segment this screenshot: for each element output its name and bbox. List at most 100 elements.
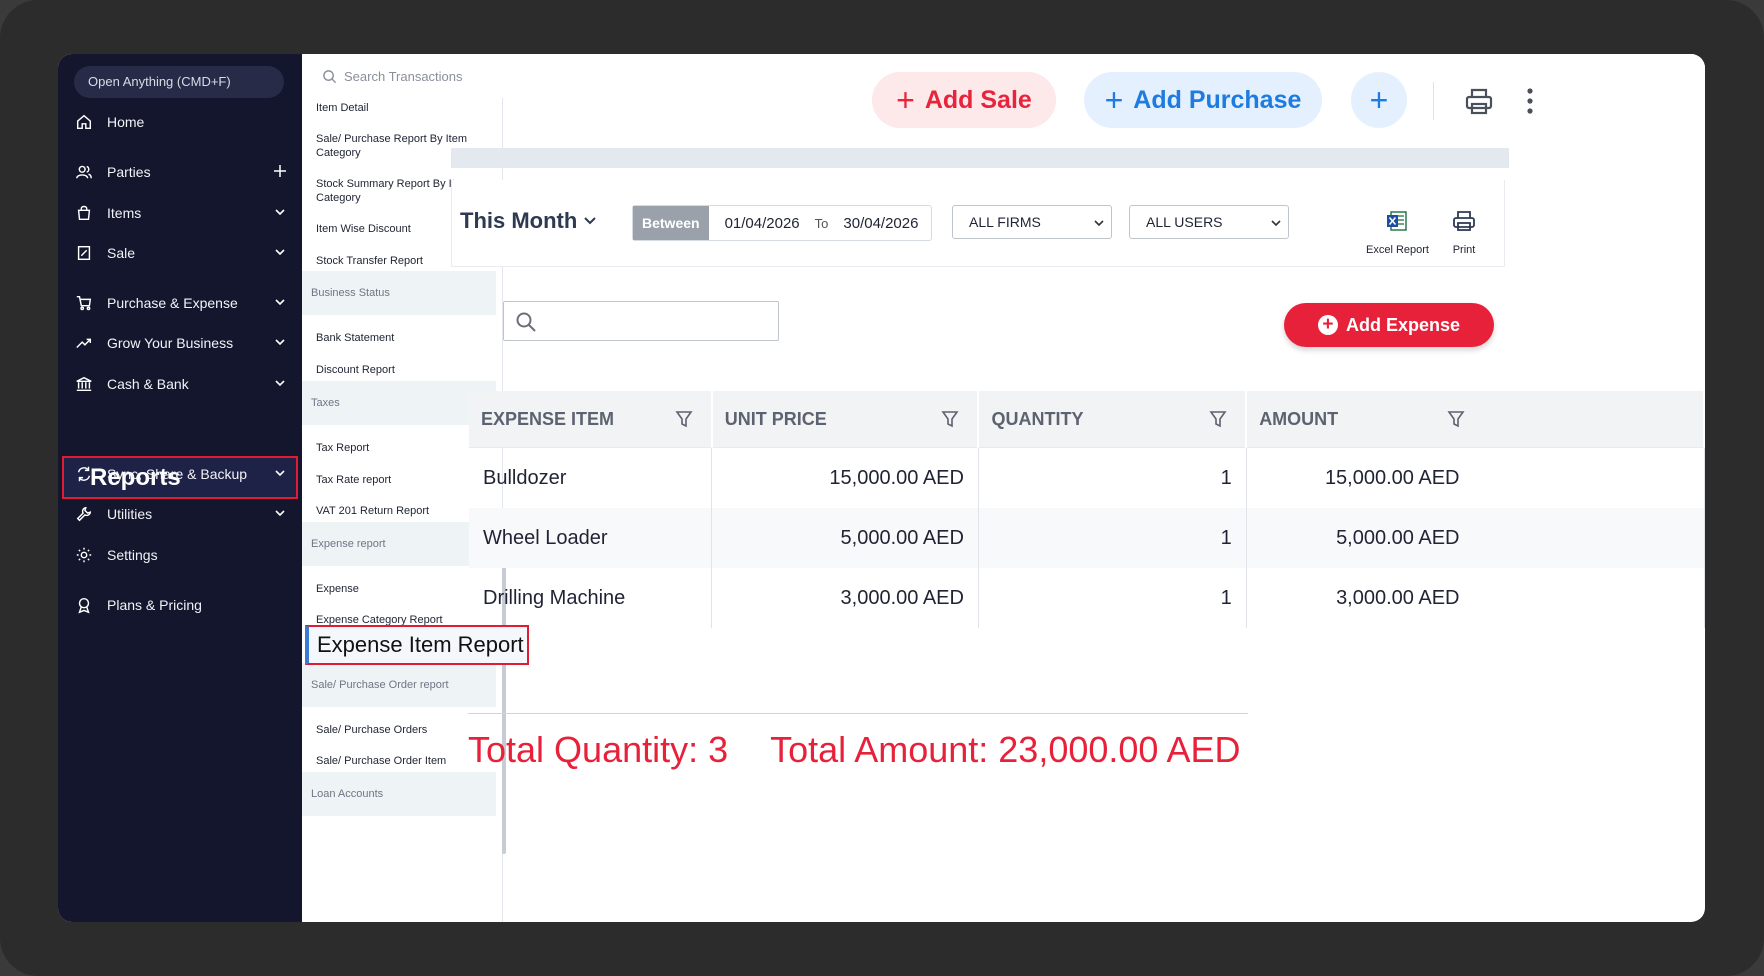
submenu-bank-statement[interactable]: Bank Statement [316, 331, 486, 345]
submenu-expense-item-report[interactable]: Expense Item Report [305, 625, 529, 665]
chevron-down-icon [1094, 220, 1104, 227]
table-row[interactable]: Bulldozer 15,000.00 AED 1 15,000.00 AED [469, 447, 1705, 508]
app-window: Open Anything (CMD+F) Home Parties Items… [58, 54, 1705, 922]
firms-select[interactable]: ALL FIRMS [952, 205, 1112, 239]
top-bar: + Add Sale + Add Purchase + [506, 54, 1705, 148]
excel-report-button[interactable]: Excel Report [1366, 206, 1429, 256]
cell-amount: 3,000.00 AED [1246, 568, 1705, 628]
cell-unit-price: 3,000.00 AED [711, 568, 979, 628]
sidebar-item-items[interactable]: Items [58, 195, 302, 231]
gear-icon [74, 545, 94, 565]
print-icon [1452, 206, 1476, 236]
plus-icon: + [1104, 81, 1124, 118]
cell-unit-price: 5,000.00 AED [711, 508, 979, 568]
chevron-down-icon [275, 249, 285, 256]
period-dropdown[interactable]: This Month [460, 208, 597, 234]
to-label: To [814, 215, 829, 231]
sidebar-item-label: Settings [107, 547, 158, 563]
to-date-input[interactable]: 30/04/2026 [843, 215, 918, 232]
add-purchase-label: Add Purchase [1133, 85, 1302, 114]
sidebar-item-label: Home [107, 114, 145, 130]
filter-icon[interactable] [675, 410, 693, 428]
expense-search-input[interactable] [503, 301, 779, 341]
sidebar-item-label: Sync, Share & Backup [107, 466, 248, 482]
column-header-quantity[interactable]: QUANTITY [978, 391, 1248, 448]
sidebar-item-home[interactable]: Home [58, 104, 302, 140]
users-icon [74, 162, 94, 182]
cell-quantity: 1 [978, 508, 1247, 568]
add-expense-label: Add Expense [1345, 314, 1461, 335]
submenu-sale-purchase-orders[interactable]: Sale/ Purchase Orders [316, 723, 486, 737]
sidebar-item-sale[interactable]: Sale [58, 235, 302, 271]
cell-quantity: 1 [978, 568, 1247, 628]
open-anything-search[interactable]: Open Anything (CMD+F) [74, 66, 284, 98]
print-icon[interactable] [1464, 86, 1494, 116]
submenu-tax-report[interactable]: Tax Report [316, 441, 486, 455]
table-row[interactable]: Wheel Loader 5,000.00 AED 1 5,000.00 AED [469, 508, 1705, 568]
more-options-icon[interactable] [1524, 86, 1536, 116]
add-sale-button[interactable]: + Add Sale [872, 72, 1056, 128]
sidebar: Open Anything (CMD+F) Home Parties Items… [58, 54, 302, 922]
sidebar-item-grow-business[interactable]: Grow Your Business [58, 325, 302, 361]
submenu-discount-report[interactable]: Discount Report [316, 363, 486, 377]
sidebar-item-parties[interactable]: Parties [58, 154, 302, 190]
filter-icon[interactable] [941, 410, 960, 428]
excel-report-label: Excel Report [1366, 244, 1429, 256]
sidebar-item-purchase-expense[interactable]: Purchase & Expense [58, 285, 302, 321]
total-amount: Total Amount: 23,000.00 AED [770, 729, 1241, 770]
sidebar-item-settings[interactable]: Settings [58, 537, 302, 573]
column-header-expense-item[interactable]: EXPENSE ITEM [469, 391, 713, 448]
filter-icon[interactable] [1447, 410, 1465, 428]
print-report-button[interactable]: Print [1452, 206, 1476, 256]
filter-icon[interactable] [1209, 410, 1227, 428]
submenu-item-detail[interactable]: Item Detail [316, 101, 486, 115]
chevron-down-icon [275, 510, 285, 517]
quick-add-button[interactable]: + [1351, 72, 1407, 128]
from-date-input[interactable]: 01/04/2026 [725, 215, 800, 232]
sidebar-item-label: Grow Your Business [107, 335, 234, 351]
column-header-label: EXPENSE ITEM [481, 408, 615, 429]
users-select[interactable]: ALL USERS [1129, 205, 1289, 239]
search-transactions[interactable]: Search Transactions [302, 54, 506, 98]
sidebar-item-cash-bank[interactable]: Cash & Bank [58, 366, 302, 402]
period-label: This Month [460, 208, 578, 233]
bag-icon [74, 203, 94, 223]
date-range: Between 01/04/2026 To 30/04/2026 [632, 205, 932, 241]
sidebar-item-label: Items [107, 205, 142, 221]
print-label: Print [1452, 244, 1476, 256]
table-row[interactable]: Drilling Machine 3,000.00 AED 1 3,000.00… [469, 568, 1705, 628]
sync-icon [74, 464, 94, 484]
cell-quantity: 1 [978, 447, 1247, 508]
sidebar-item-utilities[interactable]: Utilities [58, 496, 302, 532]
expense-item-table: EXPENSE ITEM UNIT PRICE QUANTITY AMOUNT … [469, 391, 1705, 628]
submenu-head-expense-report: Expense report [302, 522, 496, 566]
sidebar-item-label: Parties [107, 164, 151, 180]
add-purchase-button[interactable]: + Add Purchase [1084, 72, 1322, 128]
sidebar-item-sync-share-backup[interactable]: Sync, Share & Backup [58, 456, 302, 492]
filter-bar: This Month Between 01/04/2026 To 30/04/2… [451, 180, 1505, 267]
submenu-sale-purchase-order-item[interactable]: Sale/ Purchase Order Item [316, 754, 486, 768]
chevron-down-icon [584, 217, 597, 225]
excel-icon [1385, 206, 1409, 236]
submenu-expense[interactable]: Expense [316, 582, 486, 596]
cart-icon [74, 293, 94, 313]
total-quantity: Total Quantity: 3 [468, 729, 729, 770]
cell-amount: 15,000.00 AED [1246, 447, 1705, 508]
column-header-unit-price[interactable]: UNIT PRICE [711, 391, 980, 448]
sidebar-item-plans-pricing[interactable]: Plans & Pricing [58, 587, 302, 623]
sidebar-item-label: Cash & Bank [107, 376, 189, 392]
submenu-tax-rate-report[interactable]: Tax Rate report [316, 473, 486, 487]
submenu-vat-201[interactable]: VAT 201 Return Report [316, 504, 486, 518]
chevron-down-icon [275, 470, 285, 477]
search-icon [323, 69, 337, 83]
sidebar-item-label: Utilities [107, 506, 153, 522]
users-select-value: ALL USERS [1146, 214, 1223, 230]
cell-unit-price: 15,000.00 AED [711, 447, 979, 508]
add-party-icon[interactable] [272, 163, 288, 179]
add-expense-button[interactable]: + Add Expense [1284, 303, 1494, 347]
submenu-head-loan-accounts: Loan Accounts [302, 772, 496, 816]
submenu-head-order-report: Sale/ Purchase Order report [302, 663, 496, 707]
add-sale-label: Add Sale [924, 85, 1032, 114]
column-header-amount[interactable]: AMOUNT [1246, 391, 1705, 448]
search-transactions-placeholder: Search Transactions [344, 68, 463, 84]
